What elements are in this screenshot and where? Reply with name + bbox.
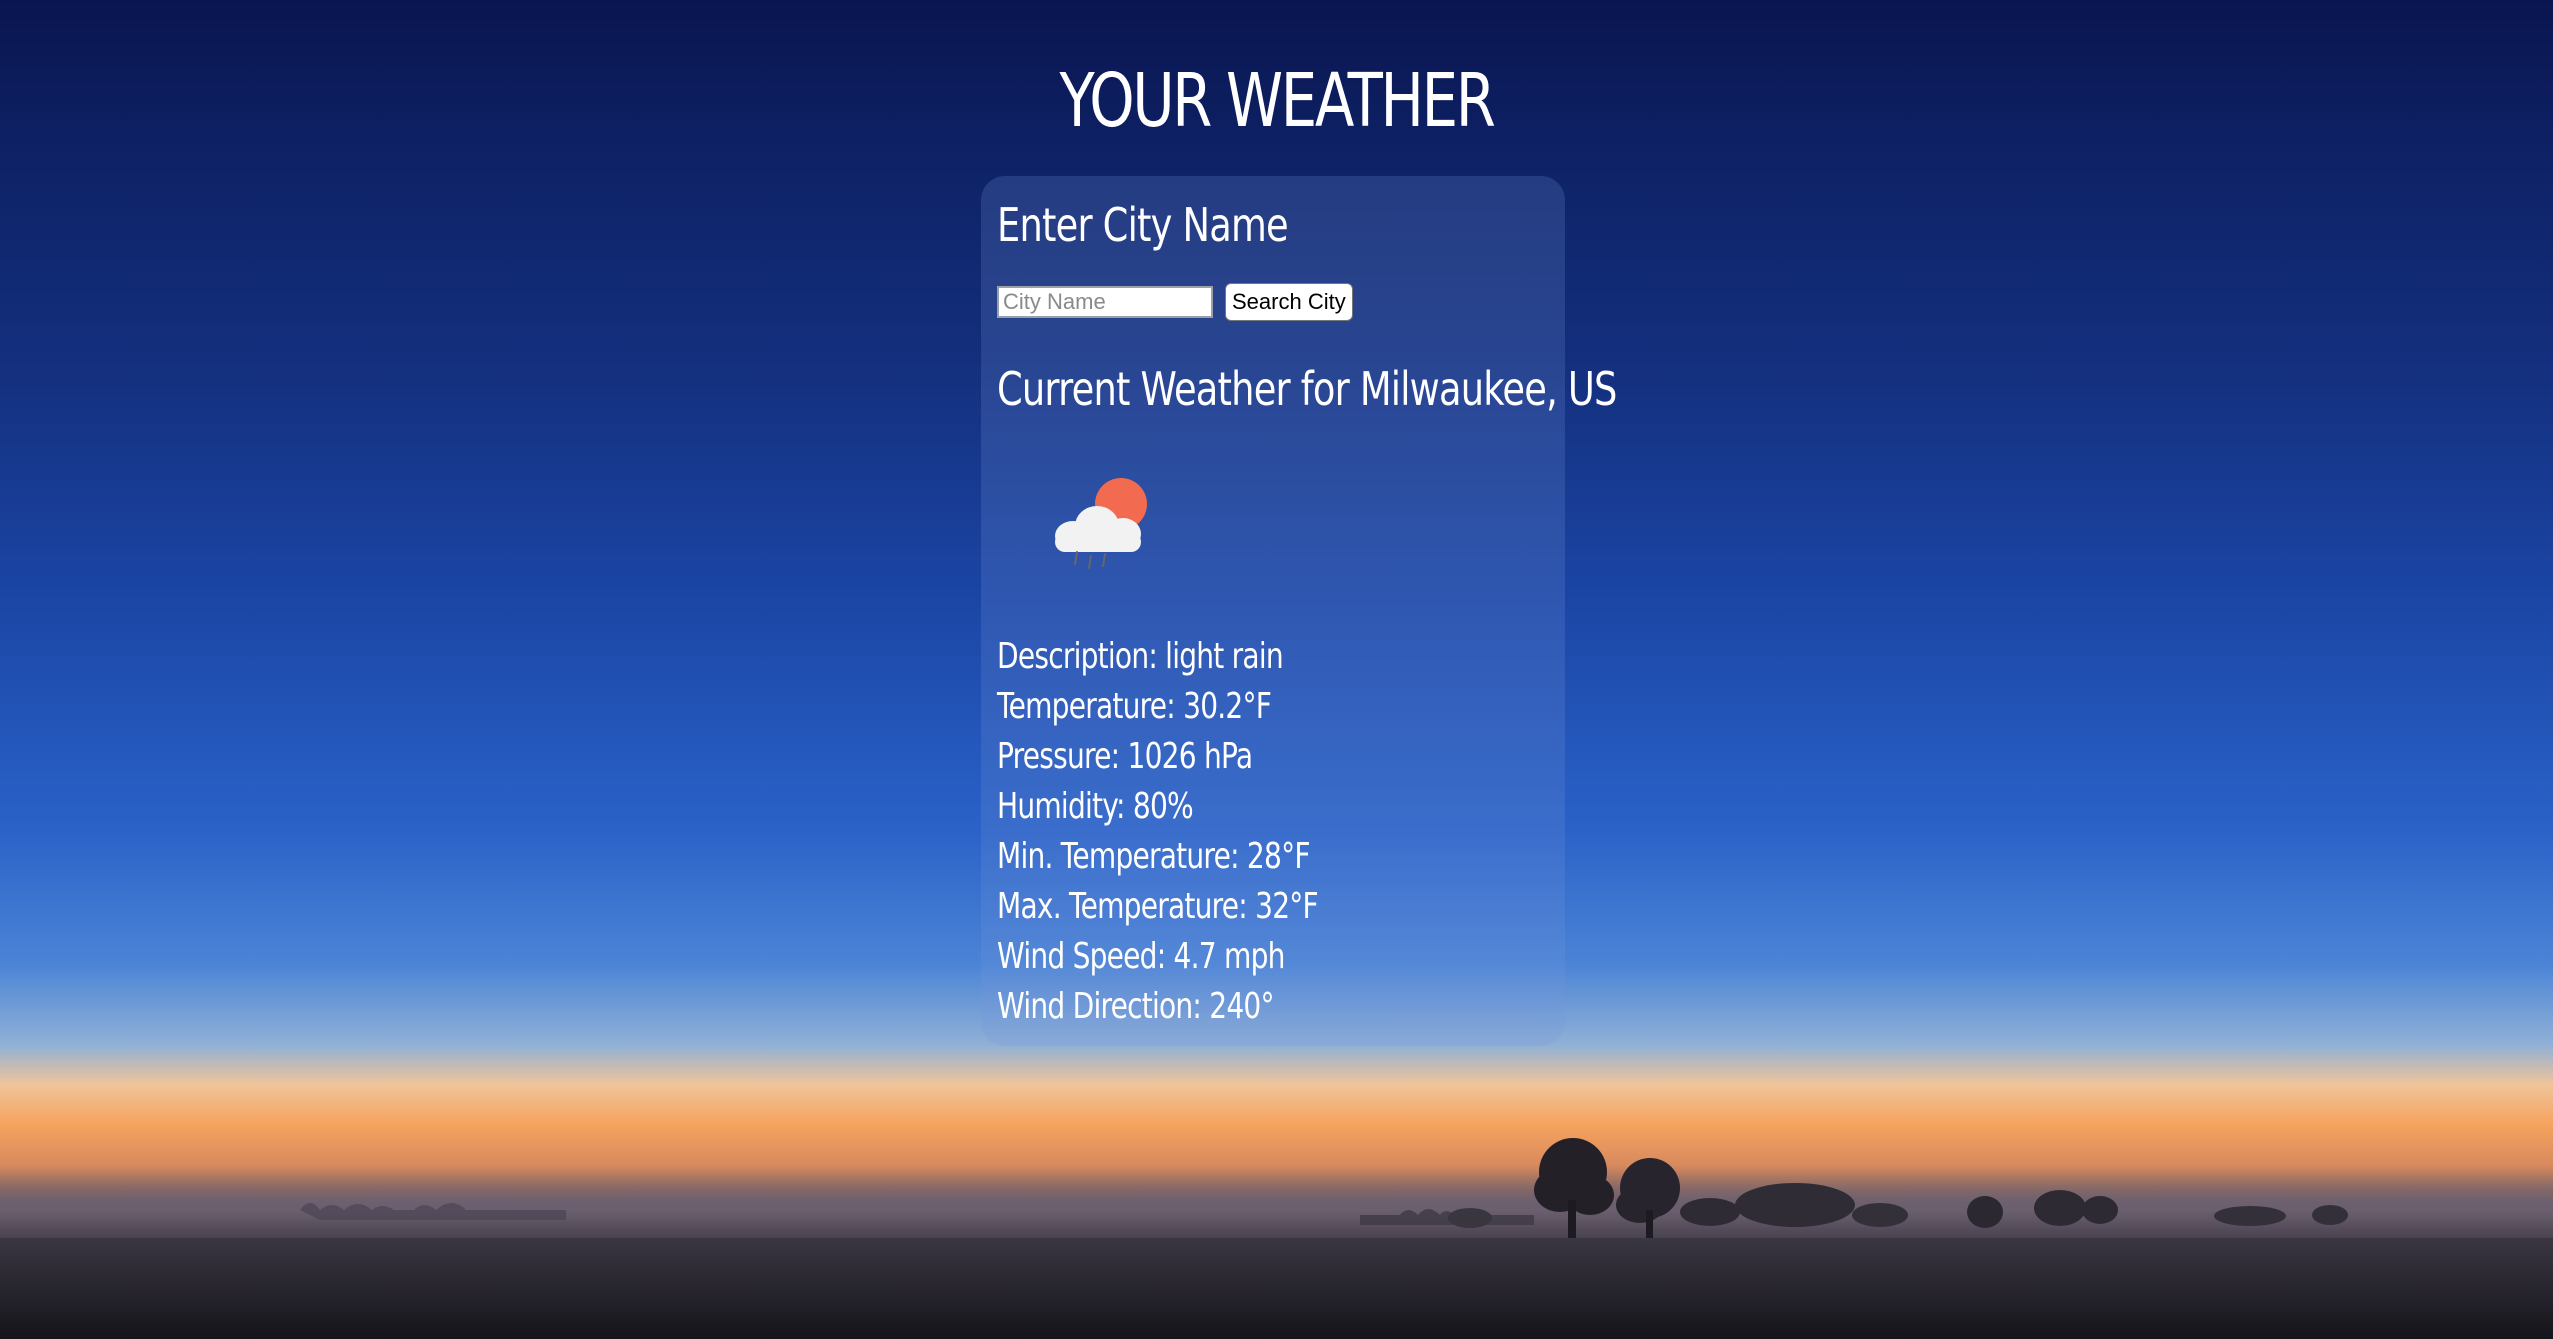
detail-description: Description: light rain	[997, 636, 1284, 677]
search-city-button[interactable]: Search City	[1225, 283, 1353, 321]
search-heading: Enter City Name	[997, 198, 1289, 252]
detail-humidity: Humidity: 80%	[997, 786, 1194, 827]
detail-max-temperature: Max. Temperature: 32°F	[997, 886, 1319, 927]
weather-details-list: Description: light rain Temperature: 30.…	[997, 632, 1408, 1032]
detail-wind-direction: Wind Direction: 240°	[997, 986, 1275, 1027]
search-row: Search City	[997, 283, 1353, 321]
page-title: YOUR WEATHER	[1059, 58, 1496, 144]
current-weather-heading: Current Weather for Milwaukee, US	[997, 362, 1617, 416]
city-name-input[interactable]	[997, 286, 1213, 318]
detail-pressure: Pressure: 1026 hPa	[997, 736, 1253, 777]
weather-card: Enter City Name Search City Current Weat…	[981, 176, 1617, 1046]
cloud-sun-rain-icon	[1055, 478, 1147, 569]
detail-temperature: Temperature: 30.2°F	[997, 686, 1272, 727]
detail-wind-speed: Wind Speed: 4.7 mph	[997, 936, 1285, 977]
detail-min-temperature: Min. Temperature: 28°F	[997, 836, 1310, 877]
